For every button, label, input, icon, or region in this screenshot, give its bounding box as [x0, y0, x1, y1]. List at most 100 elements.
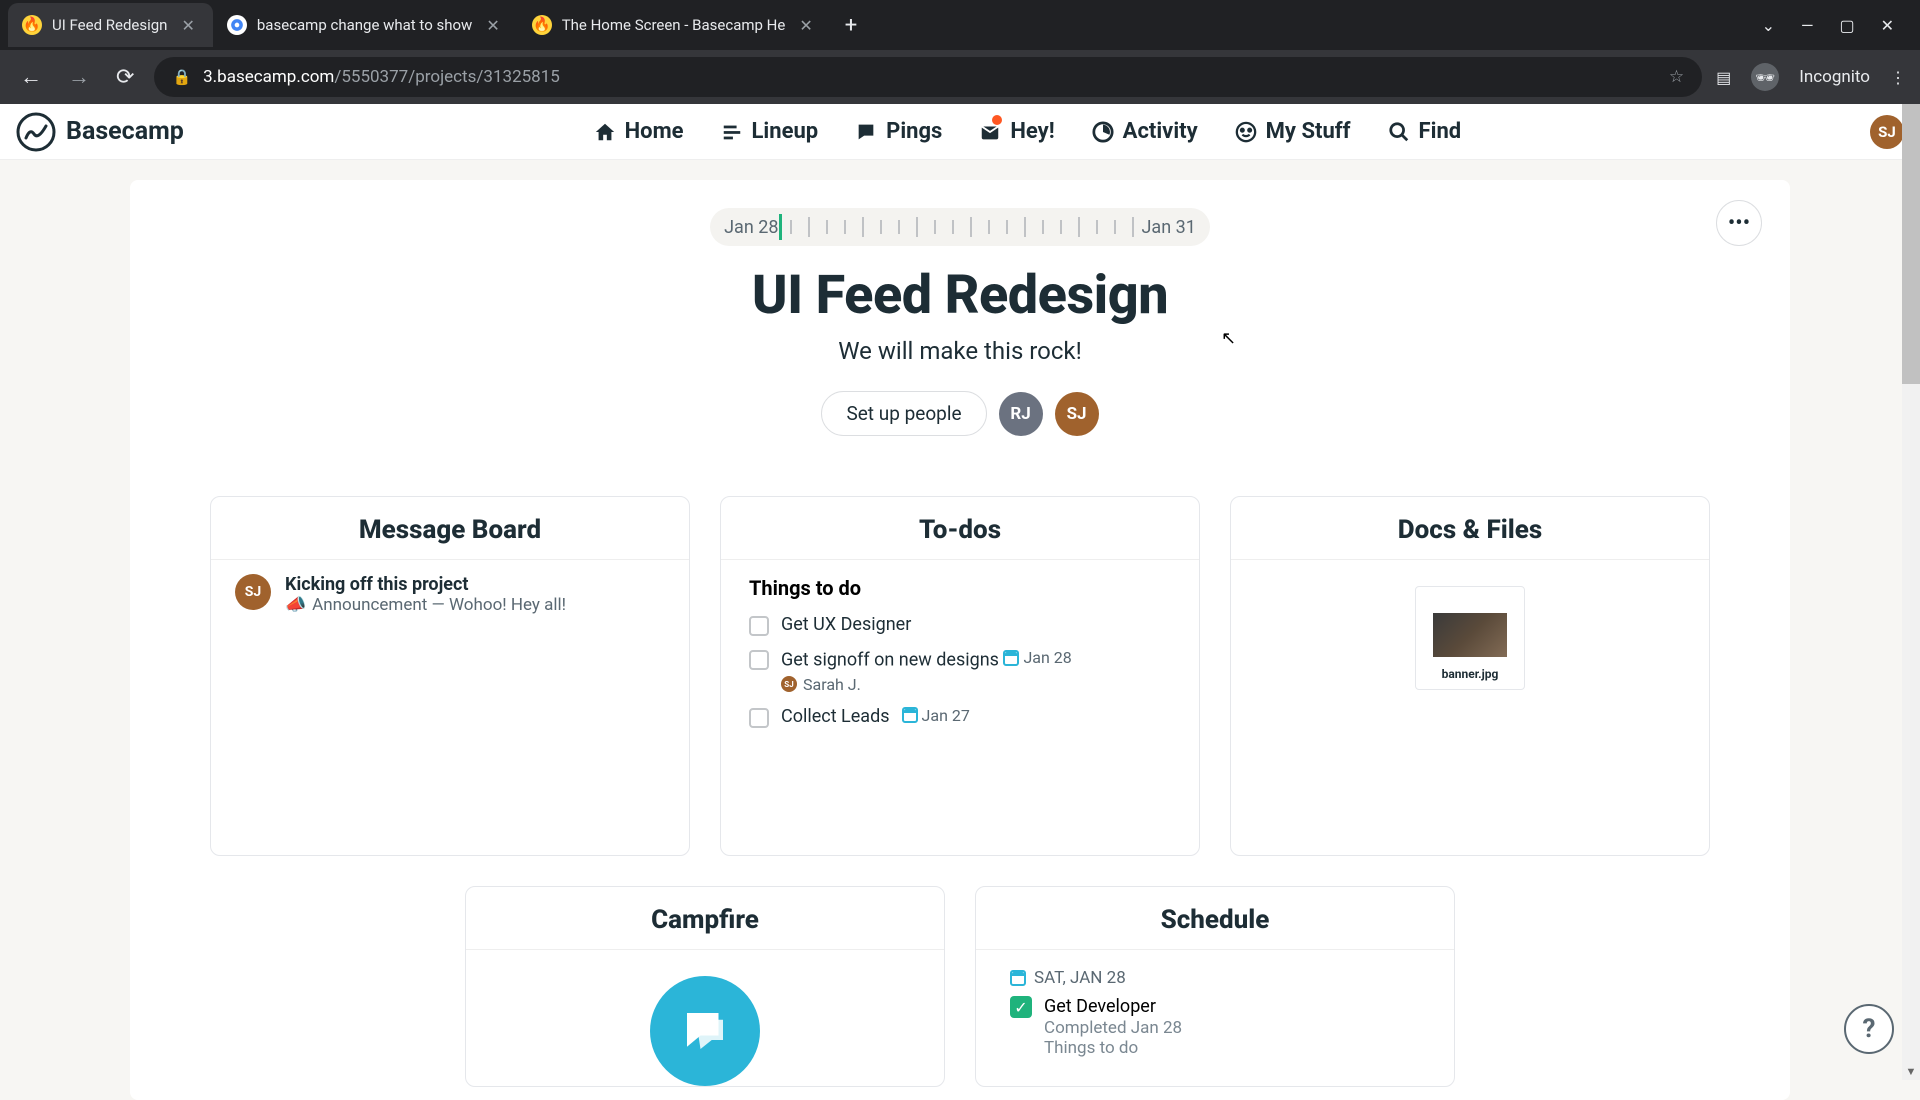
project-page: ••• Jan 28 Jan 31 UI Feed Redesign We wi… — [130, 180, 1790, 1100]
project-subtitle[interactable]: We will make this rock! — [130, 337, 1790, 365]
nav-lineup[interactable]: Lineup — [720, 119, 819, 144]
tab-title: basecamp change what to show — [257, 16, 472, 34]
panel-icon[interactable]: ▤ — [1716, 68, 1731, 87]
person-avatar[interactable]: RJ — [999, 392, 1043, 436]
card-title: Message Board — [211, 497, 689, 560]
basecamp-logo[interactable]: Basecamp — [16, 112, 184, 152]
menu-icon[interactable]: ⋮ — [1890, 68, 1906, 87]
pings-icon — [854, 120, 878, 144]
announcement-icon: 📣 — [285, 595, 306, 615]
calendar-icon — [902, 707, 918, 723]
favicon-icon: 🔥 — [532, 15, 552, 35]
card-title: Campfire — [466, 887, 944, 950]
checkbox[interactable] — [749, 616, 769, 636]
schedule-card[interactable]: Schedule SAT, JAN 28 ✓ Get Developer Com… — [975, 886, 1455, 1087]
browser-tab[interactable]: 🔥 UI Feed Redesign ✕ — [8, 3, 213, 47]
maximize-icon[interactable]: ▢ — [1839, 16, 1854, 35]
help-button[interactable]: ? — [1844, 1004, 1894, 1054]
browser-tab[interactable]: basecamp change what to show ✕ — [213, 3, 518, 47]
person-avatar[interactable]: SJ — [1055, 392, 1099, 436]
schedule-list: Things to do — [1044, 1038, 1420, 1058]
message-item[interactable]: SJ Kicking off this project 📣 Announceme… — [211, 560, 689, 629]
people-row: Set up people RJ SJ — [130, 391, 1790, 436]
close-window-icon[interactable]: ✕ — [1881, 16, 1894, 35]
mystuff-icon — [1234, 120, 1258, 144]
message-subtitle: 📣 Announcement — Wohoo! Hey all! — [285, 595, 566, 615]
main-nav: Home Lineup Pings Hey! Activity My Stuff… — [593, 119, 1462, 144]
search-icon — [1387, 120, 1411, 144]
app-header: Basecamp Home Lineup Pings Hey! Activity… — [0, 104, 1920, 160]
back-button[interactable]: ← — [14, 60, 48, 94]
nav-activity[interactable]: Activity — [1091, 119, 1198, 144]
window-controls: ⌄ — ▢ ✕ — [1762, 16, 1912, 35]
todo-text: Get signoff on new designs — [781, 650, 999, 671]
lock-icon: 🔒 — [172, 68, 191, 86]
nav-pings[interactable]: Pings — [854, 119, 942, 144]
logo-icon — [16, 112, 56, 152]
nav-home[interactable]: Home — [593, 119, 684, 144]
schedule-item[interactable]: ✓ Get Developer — [1010, 996, 1420, 1018]
file-thumbnail[interactable]: banner.jpg — [1415, 586, 1525, 690]
more-button[interactable]: ••• — [1716, 200, 1762, 246]
tab-title: The Home Screen - Basecamp He — [562, 16, 786, 34]
browser-chrome: 🔥 UI Feed Redesign ✕ basecamp change wha… — [0, 0, 1920, 104]
file-preview — [1433, 613, 1507, 657]
todo-date: Jan 27 — [902, 706, 970, 725]
message-board-card[interactable]: Message Board SJ Kicking off this projec… — [210, 496, 690, 856]
campfire-icon — [650, 976, 760, 1086]
address-bar: ← → ⟳ 🔒 3.basecamp.com/5550377/projects/… — [0, 50, 1920, 104]
timeline-marker — [779, 214, 782, 240]
check-icon: ✓ — [1010, 996, 1032, 1018]
user-avatar[interactable]: SJ — [1870, 115, 1904, 149]
card-title: Schedule — [976, 887, 1454, 950]
tab-bar: 🔥 UI Feed Redesign ✕ basecamp change wha… — [0, 0, 1920, 50]
scrollbar-thumb[interactable] — [1902, 104, 1920, 384]
nav-hey[interactable]: Hey! — [978, 119, 1054, 144]
message-title: Kicking off this project — [285, 574, 566, 595]
close-icon[interactable]: ✕ — [177, 14, 198, 37]
project-title[interactable]: UI Feed Redesign — [130, 264, 1790, 327]
assignee-avatar: SJ — [781, 676, 797, 692]
docs-card[interactable]: Docs & Files banner.jpg — [1230, 496, 1710, 856]
close-icon[interactable]: ✕ — [482, 14, 503, 37]
timeline-end: Jan 31 — [1142, 217, 1196, 238]
todo-item[interactable]: Get signoff on new designs Jan 28 SJ Sar… — [749, 642, 1171, 700]
scrollbar[interactable]: ▲ ▼ — [1902, 104, 1920, 1080]
browser-tab[interactable]: 🔥 The Home Screen - Basecamp He ✕ — [518, 3, 831, 47]
lineup-icon — [720, 120, 744, 144]
star-icon[interactable]: ☆ — [1669, 67, 1684, 87]
checkbox[interactable] — [749, 650, 769, 670]
todo-assignee: SJ Sarah J. — [781, 675, 1072, 694]
new-tab-button[interactable]: + — [831, 13, 871, 38]
timeline-start: Jan 28 — [724, 217, 778, 238]
activity-icon — [1091, 120, 1115, 144]
minimize-icon[interactable]: — — [1801, 16, 1814, 35]
setup-people-button[interactable]: Set up people — [821, 391, 986, 436]
campfire-card[interactable]: Campfire — [465, 886, 945, 1087]
todo-item[interactable]: Collect Leads Jan 27 — [749, 700, 1171, 734]
todo-date: Jan 28 — [1003, 648, 1071, 667]
todo-item[interactable]: Get UX Designer — [749, 608, 1171, 642]
todo-text: Get UX Designer — [781, 614, 911, 635]
forward-button[interactable]: → — [62, 60, 96, 94]
chevron-down-icon[interactable]: ⌄ — [1762, 16, 1775, 35]
schedule-date: SAT, JAN 28 — [1010, 968, 1420, 988]
incognito-label: Incognito — [1799, 67, 1870, 87]
scroll-down-icon[interactable]: ▼ — [1902, 1062, 1920, 1080]
nav-mystuff[interactable]: My Stuff — [1234, 119, 1351, 144]
reload-button[interactable]: ⟳ — [110, 61, 140, 94]
schedule-completed: Completed Jan 28 — [1044, 1018, 1420, 1038]
url-input[interactable]: 🔒 3.basecamp.com/5550377/projects/313258… — [154, 57, 1702, 97]
incognito-icon[interactable]: 🕶 — [1751, 63, 1779, 91]
todo-list-name[interactable]: Things to do — [749, 576, 1171, 600]
close-icon[interactable]: ✕ — [795, 14, 816, 37]
todos-card[interactable]: To-dos Things to do Get UX Designer Get … — [720, 496, 1200, 856]
card-title: To-dos — [721, 497, 1199, 560]
favicon-icon — [227, 15, 247, 35]
calendar-icon — [1003, 650, 1019, 666]
favicon-icon: 🔥 — [22, 15, 42, 35]
timeline[interactable]: Jan 28 Jan 31 — [130, 208, 1790, 246]
checkbox[interactable] — [749, 708, 769, 728]
nav-find[interactable]: Find — [1387, 119, 1462, 144]
file-name: banner.jpg — [1424, 667, 1516, 681]
